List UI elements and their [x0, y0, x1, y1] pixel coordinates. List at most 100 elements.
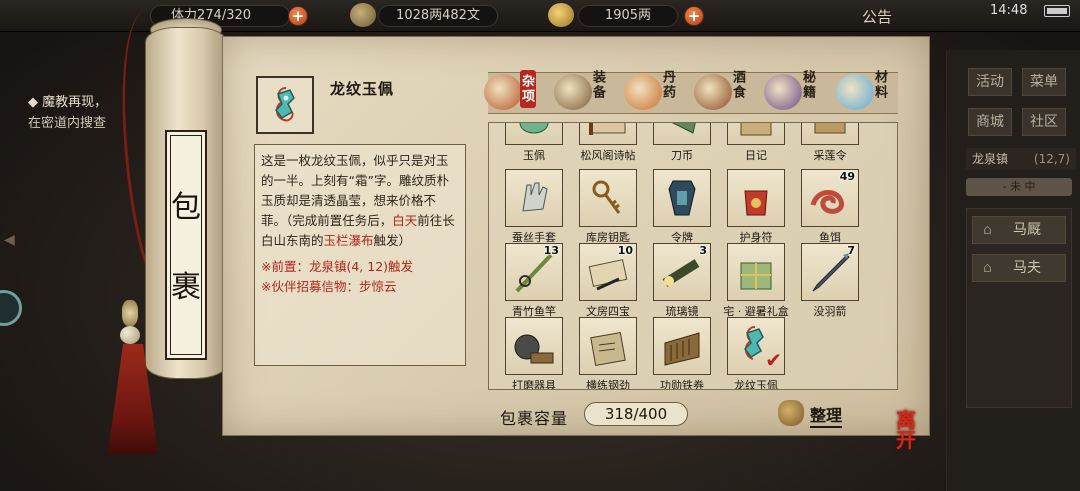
inventory-grid: 玉佩 松风阁诗帖 刀币 日记 采莲令 蚕丝手套 库房钥匙 令牌 护身符 49 鱼饵 13 青竹鱼竿 10 文…	[488, 122, 898, 390]
desc-text-3: 触发）	[373, 233, 412, 248]
tab-label: 秘籍	[800, 70, 815, 100]
tab-label: 材料	[872, 70, 887, 100]
gold-add-button[interactable]: +	[684, 6, 704, 26]
inventory-slot[interactable]	[653, 317, 711, 375]
bag-title-plaque: 包 裹	[165, 130, 207, 360]
desc-highlight-day: 白天	[392, 213, 418, 228]
inventory-slot[interactable]: 7	[801, 243, 859, 301]
item-name-label: 打磨器具	[512, 379, 556, 390]
inventory-slot[interactable]	[505, 169, 563, 227]
quest-tracker[interactable]: ◆ 魔教再现， 在密道内搜查	[28, 92, 107, 134]
item-description: 这是一枚龙纹玉佩，似乎只是对玉的一半。上刻有“霜”字。雕纹质朴玉质却是清透晶莹，…	[254, 144, 466, 366]
item-count: 13	[543, 244, 559, 257]
glove-icon	[522, 182, 548, 212]
money-display: 1028两482文	[378, 5, 498, 27]
item-name-label: 玉佩	[523, 149, 545, 162]
recruit-token-line: ※伙伴招募信物：步惊云	[261, 279, 397, 294]
sundries-jar-icon	[484, 74, 522, 110]
iron-tablet-icon	[664, 332, 700, 366]
item-name-label: 横练钢劲	[586, 379, 630, 390]
tassel-knot	[122, 300, 138, 326]
dragon-pendant-icon	[275, 87, 295, 122]
key-icon	[592, 180, 621, 214]
bag-title-char-2: 裹	[171, 270, 201, 305]
selected-check-icon: ✔	[765, 348, 782, 372]
tassel-bead	[120, 326, 140, 344]
desc-highlight-waterfall: 玉栏瀑布	[323, 233, 374, 248]
inventory-slot[interactable]	[653, 123, 711, 145]
amulet-icon	[744, 190, 768, 216]
selected-item-name: 龙纹玉佩	[330, 80, 395, 98]
activity-button[interactable]: 活动	[968, 68, 1012, 96]
inventory-slot[interactable]	[727, 123, 785, 145]
sort-button[interactable]: 整理	[776, 398, 856, 428]
inventory-slot[interactable]: 3	[653, 243, 711, 301]
money-pouch-icon	[350, 3, 376, 27]
inventory-slot[interactable]	[579, 123, 637, 145]
tab-5[interactable]: 材料	[836, 70, 902, 116]
inventory-slot[interactable]	[801, 123, 859, 145]
capacity-value: 318/400	[584, 402, 688, 426]
inventory-slot[interactable]	[727, 169, 785, 227]
tab-4[interactable]: 秘籍	[764, 70, 830, 116]
bag-title-char-1: 包	[171, 190, 201, 225]
bottom-menu-dock	[190, 446, 900, 491]
location-display: 龙泉镇 (12,7)	[966, 148, 1076, 170]
community-button[interactable]: 社区	[1022, 108, 1066, 136]
stamina-add-button[interactable]: +	[288, 6, 308, 26]
tab-1[interactable]: 装备	[554, 70, 620, 116]
inventory-slot[interactable]	[505, 123, 563, 145]
item-name-label: 龙纹玉佩	[734, 379, 778, 390]
item-name-label: 松风阁诗帖	[580, 149, 636, 162]
inventory-slot[interactable]	[579, 169, 637, 227]
gold-ingot-icon	[548, 3, 574, 27]
money-bag-icon	[778, 400, 804, 426]
jade-icon	[519, 123, 549, 134]
item-name-label: 刀币	[671, 149, 693, 162]
diary-icon	[740, 123, 772, 136]
inventory-slot[interactable]: 49	[801, 169, 859, 227]
item-name-label: 功勋铁券	[660, 379, 704, 390]
inventory-slot[interactable]: 13	[505, 243, 563, 301]
prerequisite-line: ※前置：龙泉镇(4, 12)触发	[261, 259, 414, 274]
npc-groom-button[interactable]: 马夫	[972, 254, 1066, 282]
token-icon	[814, 123, 846, 134]
inventory-slot[interactable]: 10	[579, 243, 637, 301]
inventory-slot[interactable]	[579, 317, 637, 375]
tab-label: 装备	[590, 70, 605, 100]
capacity-label: 包裹容量	[500, 409, 569, 428]
quest-desc: 在密道内搜查	[28, 116, 107, 131]
item-count: 3	[699, 244, 707, 257]
elixir-icon	[624, 74, 662, 110]
coin-knife-icon	[671, 123, 696, 134]
minimap-bar[interactable]: - 未 中	[966, 178, 1072, 196]
expand-left-arrow-icon[interactable]: ◀	[4, 232, 22, 254]
scroll-icon	[589, 123, 626, 135]
tab-label: 酒食	[730, 70, 745, 100]
shop-button[interactable]: 商城	[968, 108, 1012, 136]
sort-label: 整理	[810, 402, 843, 428]
inventory-slot[interactable]	[653, 169, 711, 227]
announcement-button[interactable]: 公告	[862, 6, 892, 27]
tab-0[interactable]: 杂项	[484, 70, 550, 116]
grindstone-icon	[514, 334, 554, 364]
inventory-slot[interactable]	[727, 243, 785, 301]
tab-3[interactable]: 酒食	[694, 70, 760, 116]
food-icon	[694, 74, 732, 110]
manual-icon	[590, 332, 626, 366]
selected-item-icon-frame	[256, 76, 314, 134]
tab-label: 杂项	[519, 70, 536, 108]
npc-stable-button[interactable]: 马厩	[972, 216, 1066, 244]
gift-box-icon	[740, 262, 772, 290]
scroll-tassel	[100, 300, 160, 454]
location-name: 龙泉镇	[972, 152, 1009, 166]
menu-button[interactable]: 菜单	[1022, 68, 1066, 96]
leave-button[interactable]: 离开	[896, 410, 946, 460]
item-count: 10	[617, 244, 633, 257]
inventory-slot[interactable]: ✔	[727, 317, 785, 375]
item-name-label: 没羽箭	[813, 305, 847, 318]
quest-title: ◆ 魔教再现，	[28, 95, 108, 110]
inventory-slot[interactable]	[505, 317, 563, 375]
command-token-icon	[668, 180, 696, 216]
tab-2[interactable]: 丹药	[624, 70, 690, 116]
